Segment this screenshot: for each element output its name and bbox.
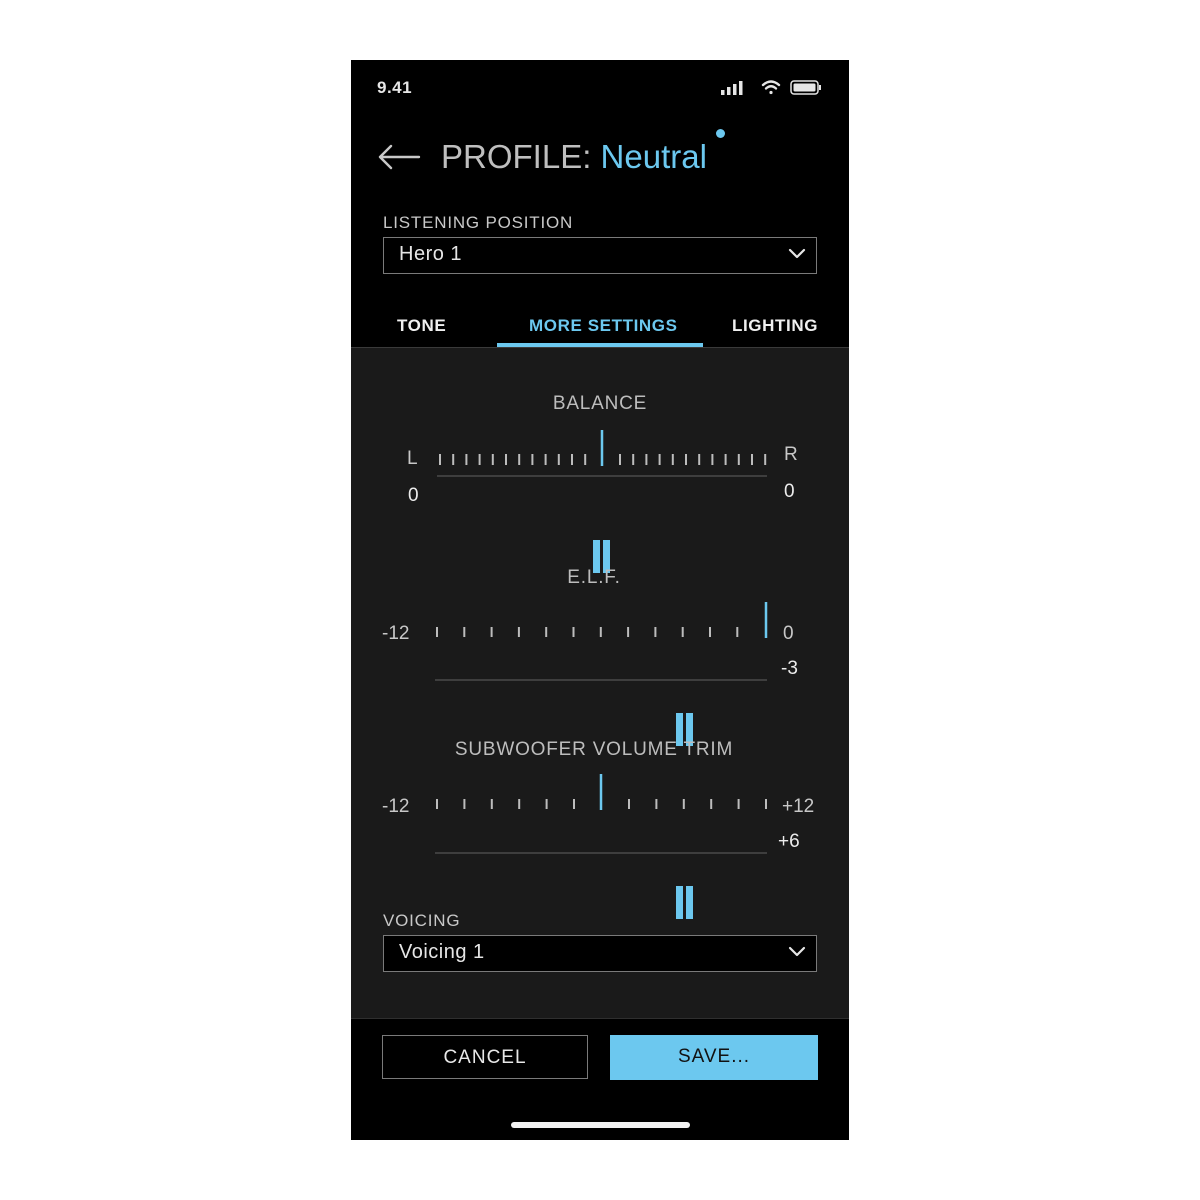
balance-scale: [437, 430, 767, 477]
voicing-dropdown[interactable]: Voicing 1: [383, 935, 817, 972]
listening-position-value: Hero 1: [399, 243, 463, 265]
status-time: 9.41: [377, 78, 413, 97]
title-prefix: PROFILE:: [441, 138, 592, 175]
balance-title: BALANCE: [552, 393, 648, 414]
phone-screen: 9.41 PROFILE: Neutral LISTENING POSITION…: [351, 60, 849, 1140]
wifi-icon: [761, 80, 781, 95]
voicing-value: Voicing 1: [399, 941, 485, 963]
tab-lighting[interactable]: LIGHTING: [732, 316, 818, 336]
listening-position-label: LISTENING POSITION: [383, 213, 574, 232]
settings-panel: BALANCE L R 0 0 E.L.F. -12 0 -3 SUBWOOFE…: [351, 348, 849, 1018]
chevron-down-icon: [788, 945, 806, 959]
profile-name: Neutral: [600, 138, 707, 175]
home-indicator[interactable]: [511, 1122, 690, 1128]
page-title: PROFILE: Neutral: [441, 138, 707, 176]
tab-more-settings[interactable]: MORE SETTINGS: [529, 316, 678, 336]
listening-position-dropdown[interactable]: Hero 1: [383, 237, 817, 274]
header: PROFILE: Neutral: [351, 130, 849, 190]
status-icons: [721, 78, 821, 98]
back-arrow-icon[interactable]: [377, 142, 421, 172]
elf-scale: [435, 602, 768, 681]
tab-tone[interactable]: TONE: [397, 316, 446, 336]
chevron-down-icon: [788, 247, 806, 261]
save-button[interactable]: SAVE...: [610, 1035, 818, 1080]
signal-icon: [721, 81, 743, 95]
subwoofer-scale: [435, 774, 767, 854]
active-tab-indicator: [497, 343, 703, 347]
subwoofer-title: SUBWOOFER VOLUME TRIM: [454, 739, 734, 760]
subwoofer-slider-thumb[interactable]: [675, 886, 694, 919]
modified-dot: [716, 129, 725, 138]
elf-title: E.L.F.: [567, 567, 621, 588]
battery-icon: [790, 80, 821, 95]
cancel-button[interactable]: CANCEL: [382, 1035, 588, 1079]
voicing-label: VOICING: [383, 911, 461, 930]
